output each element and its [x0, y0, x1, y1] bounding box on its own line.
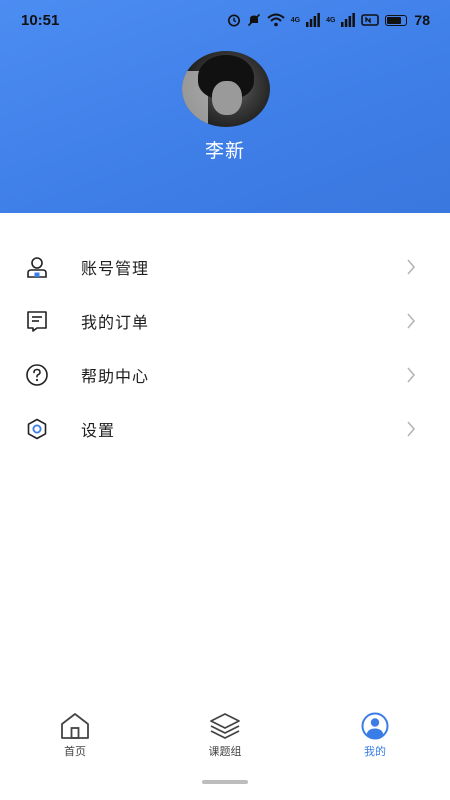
- battery-icon: [385, 14, 408, 26]
- tab-profile[interactable]: 我的: [300, 712, 450, 759]
- username: 李新: [204, 140, 245, 162]
- order-icon: [27, 311, 47, 332]
- home-icon: [61, 713, 89, 739]
- wifi-icon: [267, 13, 285, 27]
- battery-indicator: 78: [385, 12, 430, 28]
- menu-item-label: 账号管理: [81, 259, 150, 278]
- profile-icon: [361, 712, 389, 740]
- tab-label: 首页: [64, 745, 86, 758]
- status-bar: 10:51 4G 4G 78: [0, 0, 450, 40]
- profile-menu: 账号管理 我的订单 帮助中心 设置: [0, 240, 450, 456]
- menu-item-label: 帮助中心: [81, 367, 150, 386]
- chevron-right-icon: [407, 259, 416, 275]
- signal-icon-1: [306, 13, 320, 27]
- profile-header: 10:51 4G 4G 78 李新: [0, 0, 450, 213]
- menu-item-settings[interactable]: 设置: [0, 402, 450, 456]
- tab-label: 我的: [364, 745, 386, 758]
- chevron-right-icon: [407, 421, 416, 437]
- status-time: 10:51: [21, 11, 60, 29]
- home-indicator[interactable]: [202, 780, 248, 784]
- menu-item-help[interactable]: 帮助中心: [0, 348, 450, 402]
- settings-icon: [27, 418, 47, 440]
- chevron-right-icon: [407, 313, 416, 329]
- layers-icon: [210, 713, 240, 739]
- help-icon: [26, 364, 48, 386]
- menu-item-account[interactable]: 账号管理: [0, 240, 450, 294]
- tab-group[interactable]: 课题组: [150, 712, 300, 759]
- tab-home[interactable]: 首页: [0, 712, 150, 759]
- tab-label: 课题组: [208, 745, 242, 758]
- user-icon: [27, 257, 47, 278]
- menu-item-orders[interactable]: 我的订单: [0, 294, 450, 348]
- avatar[interactable]: [182, 51, 270, 127]
- chevron-right-icon: [407, 367, 416, 383]
- signal-icon-2: [341, 13, 356, 27]
- alarm-icon: [227, 14, 240, 27]
- menu-item-label: 我的订单: [81, 313, 150, 332]
- mute-icon: [247, 13, 260, 27]
- nfc-icon: [361, 14, 380, 26]
- menu-item-label: 设置: [81, 421, 116, 440]
- network-type-1: 4G: [290, 16, 301, 24]
- network-type-2: 4G: [326, 16, 336, 24]
- status-icons: 4G 4G 78: [227, 12, 430, 28]
- bottom-tab-bar: 首页 课题组 我的: [0, 712, 450, 768]
- battery-level: 78: [414, 12, 430, 28]
